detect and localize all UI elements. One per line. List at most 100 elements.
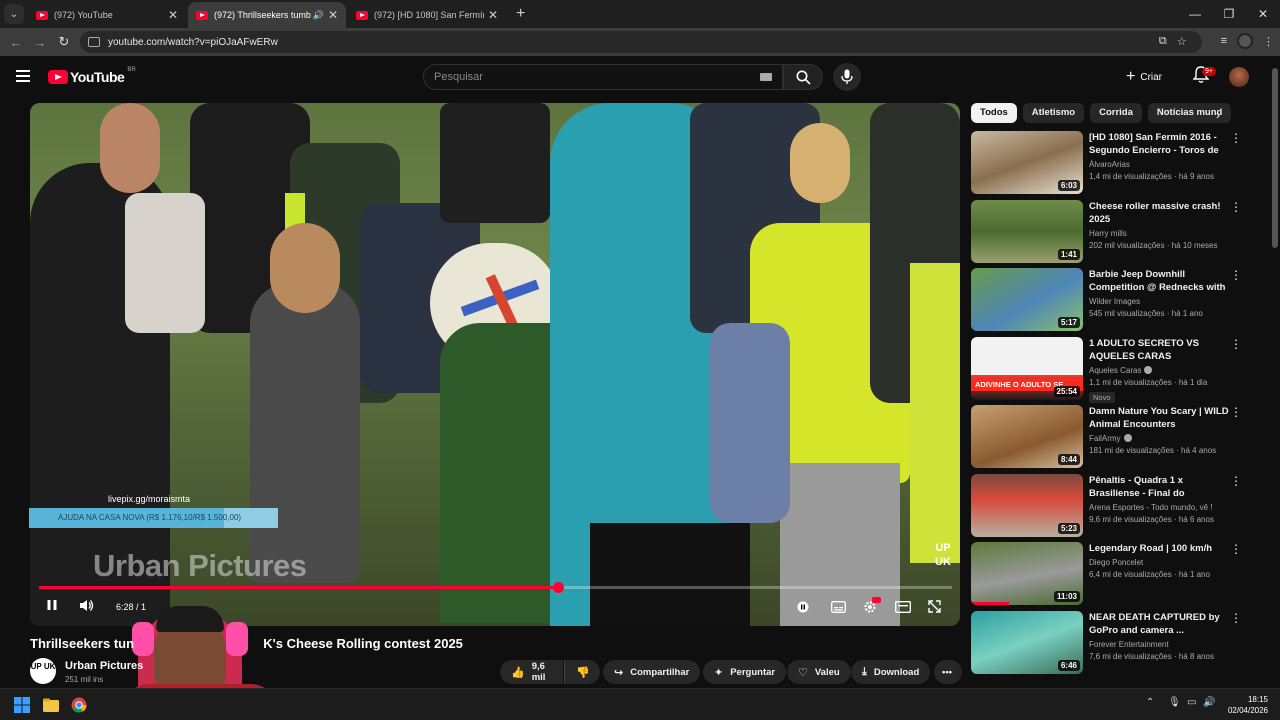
page-scrollbar[interactable] xyxy=(1270,56,1280,688)
system-clock[interactable]: 18:15 02/04/2026 xyxy=(1220,694,1268,716)
more-vertical-icon[interactable]: ⋮ xyxy=(1230,406,1242,418)
scrollbar-thumb[interactable] xyxy=(1272,68,1278,248)
address-bar[interactable]: youtube.com/watch?v=piOJaAFwERw xyxy=(80,31,1202,53)
chip-corrida[interactable]: Corrida xyxy=(1090,103,1142,123)
recommendation-item[interactable]: 6:03 [HD 1080] San Fermín 2016 - Segundo … xyxy=(971,131,1246,195)
recommendation-channel[interactable]: Diego Poncelet xyxy=(1089,558,1229,567)
like-button[interactable]: 👍 9,6 mil xyxy=(500,660,563,684)
download-button[interactable]: ⤓ Download xyxy=(851,660,931,684)
recommendation-title[interactable]: Cheese roller massive crash! 2025 xyxy=(1089,200,1229,226)
settings-button[interactable] xyxy=(863,597,881,617)
recommendation-title[interactable]: 1 ADULTO SECRETO VS AQUELES CARAS xyxy=(1089,337,1229,363)
subtitles-button[interactable] xyxy=(831,601,846,616)
recommendation-item[interactable]: ADIVINHE O ADULTO SE 25:54 1 ADULTO SECRET… xyxy=(971,337,1246,403)
fullscreen-button[interactable] xyxy=(928,600,941,616)
autoplay-toggle[interactable] xyxy=(797,601,809,616)
chip-atletismo[interactable]: Atletismo xyxy=(1022,103,1085,123)
progress-scrubber-handle[interactable] xyxy=(552,582,564,593)
speaker-icon[interactable]: 🔊 xyxy=(1203,697,1215,708)
recommendation-title[interactable]: Damn Nature You Scary | WILD Animal Enco… xyxy=(1089,405,1229,431)
recommendation-channel[interactable]: Arena Esportes - Todo mundo, vê ! xyxy=(1089,503,1229,512)
channel-avatar[interactable]: UP UK xyxy=(30,658,56,684)
recommendation-channel[interactable]: Wilder Images xyxy=(1089,297,1229,306)
search-button[interactable] xyxy=(783,64,823,90)
recommendation-title[interactable]: [HD 1080] San Fermín 2016 - Segundo Enci… xyxy=(1089,131,1229,157)
tab-audio-icon[interactable]: 🔊 xyxy=(313,10,324,21)
more-vertical-icon[interactable]: ⋮ xyxy=(1230,543,1242,555)
video-thumbnail[interactable]: 8:44 xyxy=(971,405,1083,468)
media-controls-icon[interactable]: ≡ xyxy=(1221,35,1227,47)
more-vertical-icon[interactable]: ⋮ xyxy=(1230,612,1242,624)
youtube-logo[interactable]: YouTube BR xyxy=(48,67,136,85)
recommendation-title[interactable]: Legendary Road | 100 km/h xyxy=(1089,542,1229,555)
network-icon[interactable]: ▭ xyxy=(1187,697,1196,708)
more-vertical-icon[interactable]: ⋮ xyxy=(1230,338,1242,350)
recommendation-item[interactable]: 8:44 Damn Nature You Scary | WILD Animal … xyxy=(971,405,1246,469)
miniplayer-button[interactable] xyxy=(895,601,911,616)
search-input[interactable]: Pesquisar xyxy=(423,64,783,90)
share-button[interactable]: ↪ Compartilhar xyxy=(603,660,701,684)
channel-name[interactable]: Urban Pictures xyxy=(65,660,143,672)
more-vertical-icon[interactable]: ⋮ xyxy=(1230,201,1242,213)
browser-tab-san-fermin[interactable]: (972) [HD 1080] San Fermín 20 ✕ xyxy=(348,2,506,28)
recommendation-item[interactable]: 5:23 Pênaltis - Quadra 1 x Brasiliense - … xyxy=(971,474,1246,538)
create-button[interactable]: + Criar xyxy=(1126,66,1162,88)
windows-start-icon[interactable] xyxy=(14,697,30,713)
back-icon[interactable]: ← xyxy=(4,35,28,50)
browser-tab-youtube[interactable]: (972) YouTube ✕ xyxy=(28,2,186,28)
recommendation-item[interactable]: 6:46 NEAR DEATH CAPTURED by GoPro and cam… xyxy=(971,611,1246,675)
video-thumbnail[interactable]: ADIVINHE O ADULTO SE 25:54 xyxy=(971,337,1083,400)
video-thumbnail[interactable]: 5:23 xyxy=(971,474,1083,537)
video-thumbnail[interactable]: 5:17 xyxy=(971,268,1083,331)
recommendation-item[interactable]: 1:41 Cheese roller massive crash! 2025 Har… xyxy=(971,200,1246,264)
mic-tray-icon[interactable]: 🎙 xyxy=(1168,697,1181,708)
video-thumbnail[interactable]: 1:41 xyxy=(971,200,1083,263)
recommendation-title[interactable]: Barbie Jeep Downhill Competition @ Redne… xyxy=(1089,268,1229,294)
recommendation-title[interactable]: Pênaltis - Quadra 1 x Brasiliense - Fina… xyxy=(1089,474,1229,500)
account-avatar[interactable] xyxy=(1229,67,1249,87)
tab-close-icon[interactable]: ✕ xyxy=(488,8,498,22)
ask-button[interactable]: ✦ Perguntar xyxy=(703,660,787,684)
profile-avatar-icon[interactable] xyxy=(1237,33,1253,49)
more-vertical-icon[interactable]: ⋮ xyxy=(1230,132,1242,144)
tab-close-icon[interactable]: ✕ xyxy=(168,8,178,22)
file-explorer-icon[interactable] xyxy=(43,697,59,713)
recommendation-channel[interactable]: FailArmy xyxy=(1089,434,1229,443)
cast-icon[interactable]: ⧉ xyxy=(1159,35,1167,48)
volume-button[interactable] xyxy=(79,599,95,615)
more-actions-button[interactable]: ••• xyxy=(934,660,962,684)
chrome-icon[interactable] xyxy=(71,697,87,713)
tab-search-button[interactable]: ⌄ xyxy=(4,4,24,24)
recommendation-channel[interactable]: ÁlvaroArias xyxy=(1089,160,1229,169)
recommendation-channel[interactable]: Aqueles Caras xyxy=(1089,366,1229,375)
maximize-icon[interactable]: ❐ xyxy=(1212,0,1246,28)
video-thumbnail[interactable]: 6:03 xyxy=(971,131,1083,194)
pause-button[interactable] xyxy=(46,599,58,614)
recommendation-item[interactable]: 11:03 Legendary Road | 100 km/h Diego Ponc… xyxy=(971,542,1246,606)
new-tab-button[interactable]: + xyxy=(516,5,525,23)
voice-search-button[interactable] xyxy=(833,63,861,91)
hamburger-menu-icon[interactable] xyxy=(16,70,30,82)
close-window-icon[interactable]: ✕ xyxy=(1246,0,1280,28)
chip-todos[interactable]: Todos xyxy=(971,103,1017,123)
tray-overflow-icon[interactable]: ⌃ xyxy=(1146,697,1154,708)
recommendation-channel[interactable]: Forever Entertainment xyxy=(1089,640,1229,649)
chevron-right-icon[interactable]: › xyxy=(1216,108,1220,122)
dislike-button[interactable]: 👎 xyxy=(564,660,600,684)
video-thumbnail[interactable]: 11:03 xyxy=(971,542,1083,605)
more-vertical-icon[interactable]: ⋮ xyxy=(1230,269,1242,281)
recommendation-title[interactable]: NEAR DEATH CAPTURED by GoPro and camera … xyxy=(1089,611,1229,637)
thanks-button[interactable]: ♡ Valeu xyxy=(787,660,851,684)
site-info-icon[interactable] xyxy=(88,37,100,47)
video-thumbnail[interactable]: 6:46 xyxy=(971,611,1083,674)
reload-icon[interactable]: ↻ xyxy=(52,34,76,50)
browser-tab-thrillseekers[interactable]: (972) Thrillseekers tumble d 🔊 ✕ xyxy=(188,2,346,28)
recommendation-channel[interactable]: Harry mills xyxy=(1089,229,1229,238)
more-vertical-icon[interactable]: ⋮ xyxy=(1230,475,1242,487)
forward-icon[interactable]: → xyxy=(28,35,52,50)
keyboard-icon[interactable] xyxy=(760,73,772,81)
bookmark-star-icon[interactable]: ☆ xyxy=(1177,35,1187,48)
browser-menu-icon[interactable]: ⋮ xyxy=(1263,35,1274,48)
minimize-icon[interactable]: — xyxy=(1178,0,1212,28)
tab-close-icon[interactable]: ✕ xyxy=(328,8,338,22)
